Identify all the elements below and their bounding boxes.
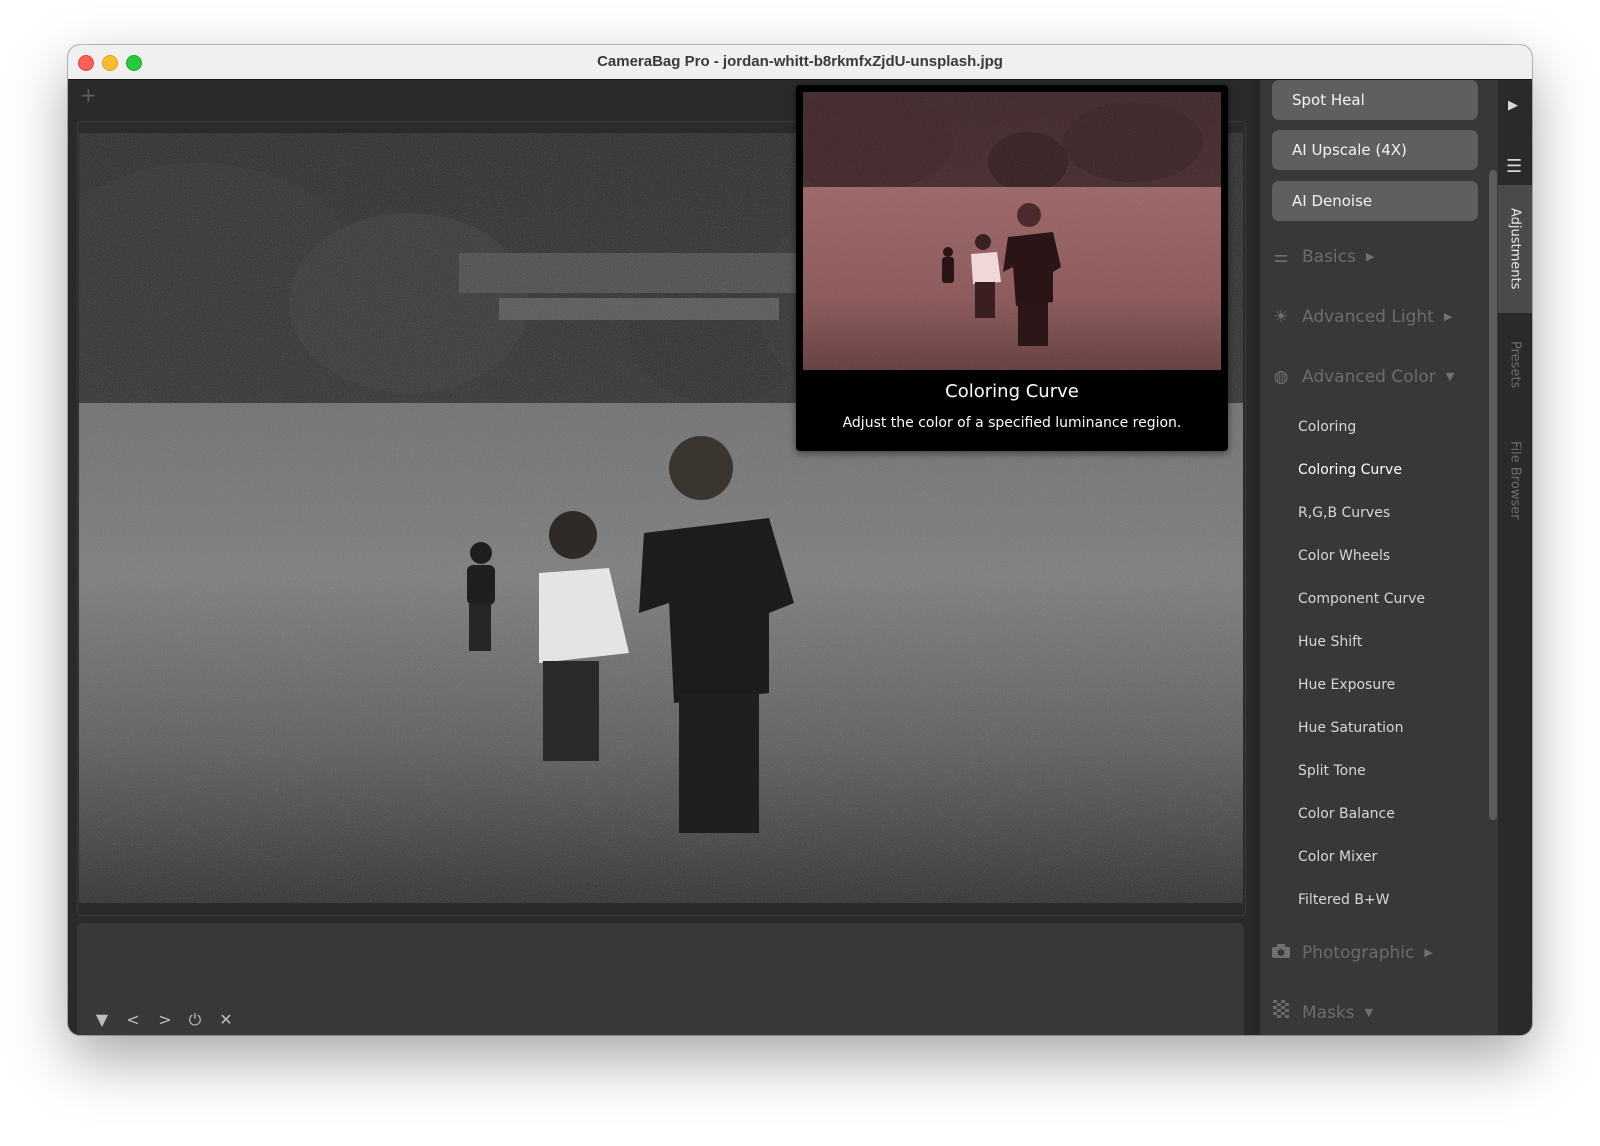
section-label: Advanced Color: [1302, 367, 1436, 387]
sliders-icon: ⚌: [1273, 247, 1289, 267]
tooltip-description: Adjust the color of a specified luminanc…: [842, 415, 1182, 431]
adjustment-coloring[interactable]: Coloring: [1298, 417, 1356, 437]
tab-label: Presets: [1507, 341, 1523, 389]
power-icon[interactable]: ⏻: [185, 1011, 205, 1029]
adjustment-tooltip: Coloring Curve Adjust the color of a spe…: [796, 85, 1228, 451]
spot-heal-button[interactable]: Spot Heal: [1272, 80, 1478, 120]
window-title: CameraBag Pro - jordan-whitt-b8rkmfxZjdU…: [597, 53, 1003, 70]
adjustment-color-mixer[interactable]: Color Mixer: [1298, 847, 1377, 867]
tab-label: File Browser: [1507, 440, 1523, 520]
adjustment-hue-saturation[interactable]: Hue Saturation: [1298, 718, 1403, 738]
color-circles-icon: ◍: [1273, 367, 1289, 387]
section-label: Photographic: [1302, 943, 1415, 963]
checker-icon: [1270, 999, 1292, 1027]
collapse-icon[interactable]: ▼: [92, 1011, 112, 1029]
chevron-right-icon: ▶: [1365, 250, 1375, 263]
adjustment-rgb-curves[interactable]: R,G,B Curves: [1298, 503, 1390, 523]
section-masks[interactable]: Masks ▼: [1270, 999, 1373, 1027]
section-label: Masks: [1302, 1003, 1355, 1023]
adjustment-hue-shift[interactable]: Hue Shift: [1298, 632, 1362, 652]
sun-icon: ☀: [1273, 307, 1289, 327]
adjustment-split-tone[interactable]: Split Tone: [1298, 761, 1366, 781]
previous-icon[interactable]: <: [123, 1011, 143, 1029]
camera-icon: [1270, 939, 1292, 967]
next-icon[interactable]: >: [155, 1011, 175, 1029]
adjustment-color-balance[interactable]: Color Balance: [1298, 804, 1395, 824]
chevron-right-icon: ▶: [1443, 310, 1453, 323]
adjustment-color-wheels[interactable]: Color Wheels: [1298, 546, 1390, 566]
adjustment-component-curve[interactable]: Component Curve: [1298, 589, 1425, 609]
chevron-down-icon: ▼: [1364, 1006, 1374, 1019]
ai-upscale-button[interactable]: AI Upscale (4X): [1272, 130, 1478, 170]
title-bar: CameraBag Pro - jordan-whitt-b8rkmfxZjdU…: [68, 45, 1532, 80]
ai-denoise-button[interactable]: AI Denoise: [1272, 181, 1478, 221]
play-icon[interactable]: ▶: [1508, 98, 1518, 113]
section-advanced-color[interactable]: ◍ Advanced Color ▼: [1270, 363, 1455, 391]
scrollbar-thumb[interactable]: [1489, 170, 1497, 820]
section-advanced-light[interactable]: ☀ Advanced Light ▶: [1270, 303, 1452, 331]
adjustments-panel: Spot Heal AI Upscale (4X) AI Denoise ⚌ Ba…: [1260, 80, 1498, 1035]
section-basics[interactable]: ⚌ Basics ▶: [1270, 243, 1374, 271]
chevron-right-icon: ▶: [1424, 946, 1433, 959]
section-label: Advanced Light: [1302, 307, 1434, 327]
side-tab-strip: ▶ ☰ Adjustments Presets File Browser: [1498, 80, 1532, 1035]
close-icon[interactable]: ✕: [216, 1011, 236, 1029]
adjustment-hue-exposure[interactable]: Hue Exposure: [1298, 675, 1395, 695]
plus-icon[interactable]: +: [80, 85, 97, 105]
bottom-panel: ▼ < > ⏻ ✕: [77, 923, 1244, 1035]
adjustment-coloring-curve[interactable]: Coloring Curve: [1298, 460, 1402, 480]
panel-scrollbar[interactable]: [1489, 170, 1497, 820]
tab-label: Adjustments: [1507, 208, 1523, 290]
section-label: Basics: [1302, 247, 1356, 267]
tooltip-preview-image: [803, 92, 1221, 370]
section-photographic[interactable]: Photographic ▶: [1270, 939, 1433, 967]
chevron-down-icon: ▼: [1445, 370, 1455, 383]
menu-icon[interactable]: ☰: [1506, 156, 1522, 177]
adjustment-filtered-bw[interactable]: Filtered B+W: [1298, 890, 1390, 910]
tab-file-browser[interactable]: File Browser: [1498, 420, 1532, 540]
tab-adjustments[interactable]: Adjustments: [1498, 185, 1532, 313]
app-window: CameraBag Pro - jordan-whitt-b8rkmfxZjdU…: [68, 45, 1532, 1035]
tooltip-title: Coloring Curve: [945, 381, 1079, 402]
panel-divider[interactable]: [1253, 80, 1260, 1035]
tab-presets[interactable]: Presets: [1498, 320, 1532, 410]
